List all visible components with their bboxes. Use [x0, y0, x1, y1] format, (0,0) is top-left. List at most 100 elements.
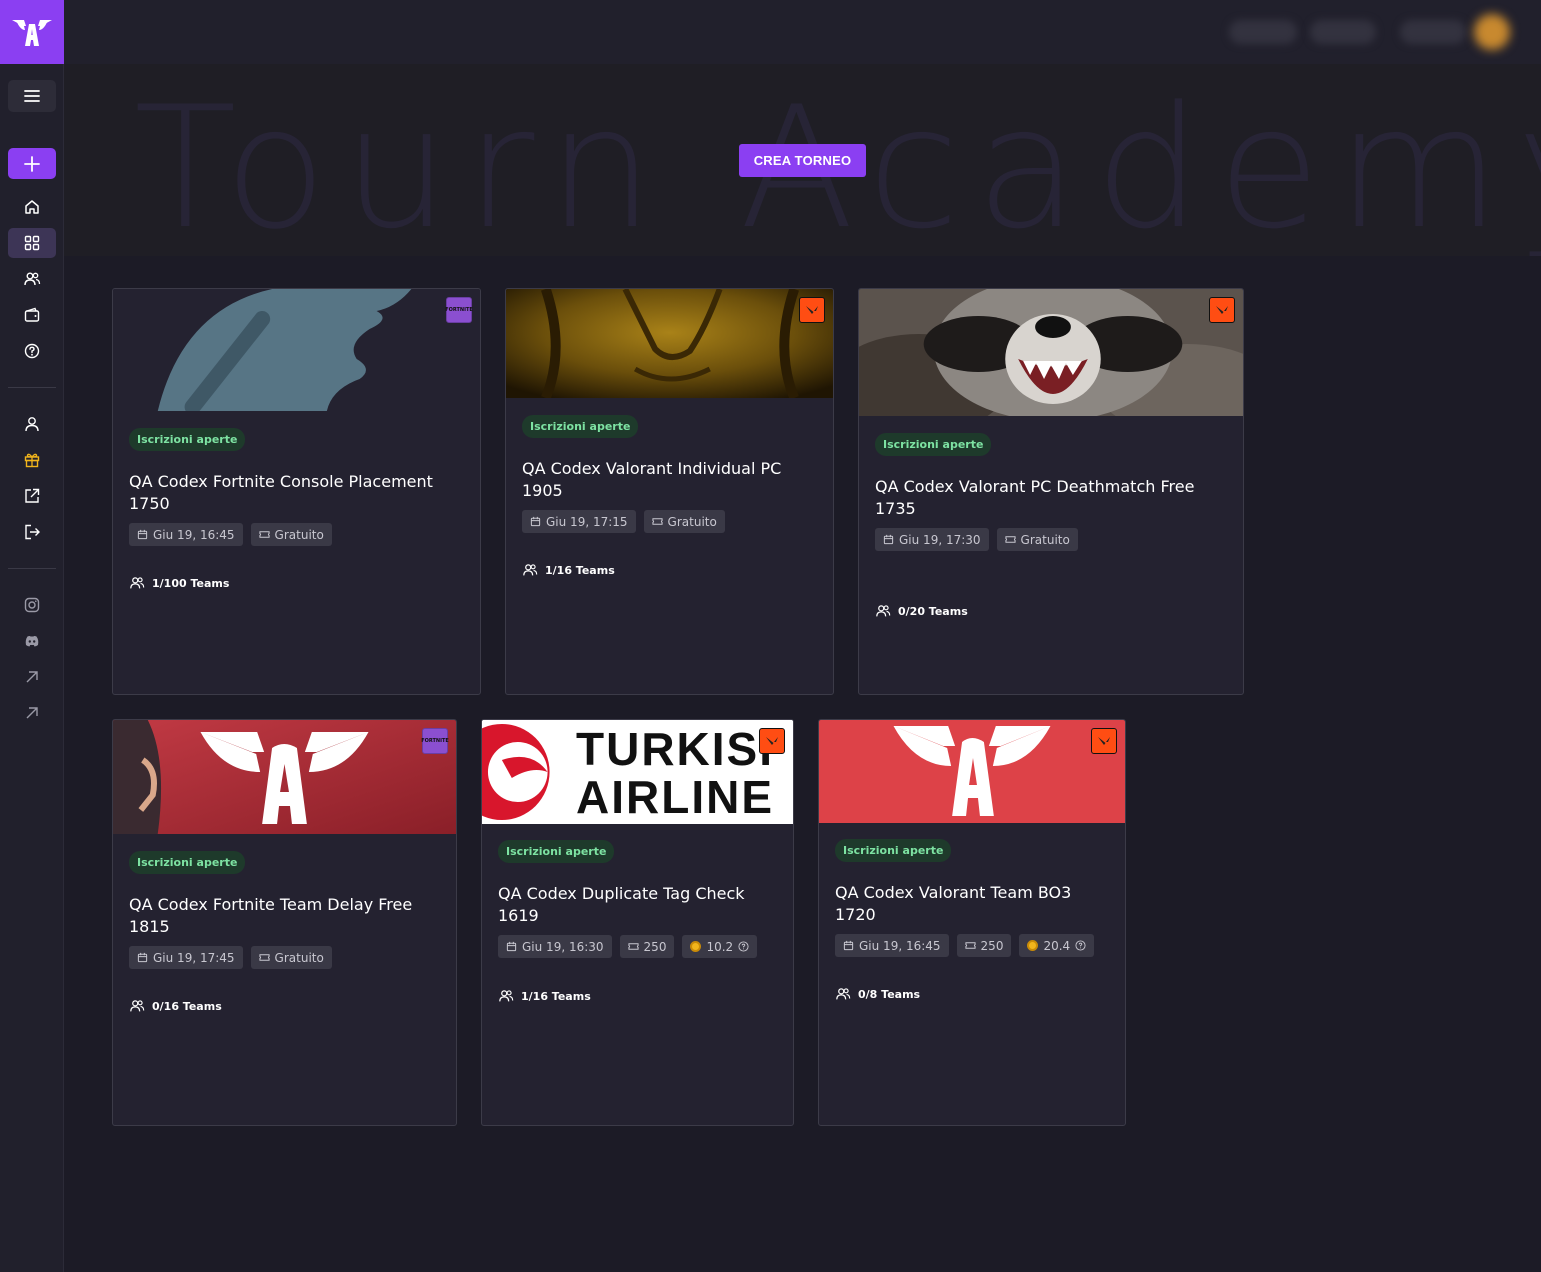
top-bar [64, 0, 1541, 64]
teams-text: 1/16 Teams [521, 989, 591, 1003]
tournament-cover [819, 720, 1125, 823]
tournament-card[interactable]: Iscrizioni aperte QA Codex Valorant Team… [818, 719, 1126, 1126]
card-body: Iscrizioni aperte QA Codex Duplicate Tag… [498, 840, 779, 958]
date-text: Giu 19, 16:30 [522, 939, 604, 954]
tournament-title[interactable]: QA Codex Fortnite Console Placement 1750 [129, 471, 466, 515]
ticket-icon [258, 531, 270, 538]
users-icon [876, 605, 891, 617]
date-text: Giu 19, 17:30 [899, 532, 981, 547]
teams-count: 0/16 Teams [129, 998, 222, 1014]
calendar-icon [530, 516, 541, 527]
tournament-card[interactable]: Iscrizioni aperte QA Codex Valorant Indi… [505, 288, 834, 695]
date-text: Giu 19, 17:15 [546, 514, 628, 529]
create-tournament-button[interactable]: CREA TORNEO [739, 144, 866, 177]
users-icon [130, 577, 145, 589]
prize-chip: 10.2 [682, 935, 758, 958]
tourn-academy-logo[interactable] [0, 0, 64, 64]
tournament-info: Giu 19, 16:45 250 20.4 [835, 934, 1111, 957]
wallet-icon [24, 307, 40, 322]
sidebar-item-instagram[interactable] [8, 590, 56, 620]
arrow-up-right-icon [26, 707, 38, 719]
home-icon [25, 200, 39, 214]
help-icon[interactable] [1075, 940, 1086, 951]
tournament-card[interactable]: TURKISI AIRLINE Iscrizioni aperte QA Cod… [481, 719, 794, 1126]
tournament-card[interactable]: FORTNITE Iscrizioni aperte QA Codex Fort… [112, 719, 457, 1126]
blurred-username [1400, 20, 1466, 44]
instagram-icon [24, 597, 40, 613]
date-chip: Giu 19, 16:45 [129, 523, 243, 546]
create-button[interactable] [8, 148, 56, 179]
tournament-card[interactable]: FORTNITE Iscrizioni aperte QA Codex Fort… [112, 288, 481, 695]
tournament-title[interactable]: QA Codex Valorant PC Deathmatch Free 173… [875, 476, 1229, 520]
tournament-title[interactable]: QA Codex Valorant Team BO3 1720 [835, 882, 1111, 926]
date-chip: Giu 19, 17:15 [522, 510, 636, 533]
sidebar-item-link-1[interactable] [8, 662, 56, 692]
calendar-icon [506, 941, 517, 952]
sidebar-item-profile[interactable] [8, 409, 56, 439]
date-text: Giu 19, 17:45 [153, 950, 235, 965]
help-icon[interactable] [738, 941, 749, 952]
entry-text: 250 [980, 938, 1004, 953]
ticket-icon [627, 943, 639, 950]
teams-count: 0/8 Teams [835, 986, 920, 1002]
cover-text-line-1: TURKISI [576, 723, 774, 775]
calendar-icon [137, 952, 148, 963]
sidebar-item-rewards[interactable] [8, 445, 56, 475]
blurred-balance [1229, 20, 1297, 44]
tournament-info: Giu 19, 17:45 Gratuito [129, 946, 442, 969]
entry-chip: Gratuito [996, 528, 1078, 551]
fortnite-game-badge: FORTNITE [421, 728, 449, 754]
users-icon [523, 564, 538, 576]
status-badge: Iscrizioni aperte [129, 851, 246, 874]
sidebar-item-wallet[interactable] [8, 300, 56, 330]
users-icon [836, 988, 851, 1000]
sidebar-item-link-2[interactable] [8, 698, 56, 728]
tournament-info: Giu 19, 17:30 Gratuito [875, 528, 1229, 551]
valorant-game-badge [799, 297, 825, 323]
status-badge: Iscrizioni aperte [129, 428, 246, 451]
entry-chip: 250 [956, 934, 1012, 957]
tournament-title[interactable]: QA Codex Valorant Individual PC 1905 [522, 458, 819, 502]
tournament-info: Giu 19, 16:45 Gratuito [129, 523, 466, 546]
date-text: Giu 19, 16:45 [153, 527, 235, 542]
logout-icon [25, 524, 40, 540]
sidebar-item-share[interactable] [8, 481, 56, 511]
tournament-cover: TURKISI AIRLINE [482, 720, 793, 824]
valorant-logo-icon [1098, 737, 1110, 745]
date-chip: Giu 19, 16:30 [498, 935, 612, 958]
coin-icon [1027, 940, 1039, 951]
tournament-cover [113, 289, 480, 411]
sidebar-item-discord[interactable] [8, 626, 56, 656]
tournament-title[interactable]: QA Codex Duplicate Tag Check 1619 [498, 883, 779, 927]
card-body: Iscrizioni aperte QA Codex Fortnite Cons… [129, 428, 466, 546]
plus-icon [24, 155, 40, 172]
sidebar-item-tournaments[interactable] [8, 228, 56, 258]
teams-count: 1/100 Teams [129, 575, 229, 591]
sidebar-item-help[interactable] [8, 336, 56, 366]
entry-text: Gratuito [1020, 532, 1070, 547]
sidebar-item-home[interactable] [8, 192, 56, 222]
users-icon [130, 1000, 145, 1012]
menu-button[interactable] [8, 80, 56, 112]
users-icon [24, 272, 41, 286]
tournament-cover [506, 289, 833, 398]
sidebar-divider [8, 387, 56, 388]
teams-text: 1/100 Teams [152, 576, 230, 590]
tournament-card[interactable]: Iscrizioni aperte QA Codex Valorant PC D… [858, 288, 1244, 695]
tournament-info: Giu 19, 17:15 Gratuito [522, 510, 819, 533]
teams-count: 0/20 Teams [875, 603, 968, 619]
teams-text: 1/16 Teams [545, 563, 615, 577]
status-badge: Iscrizioni aperte [498, 840, 615, 863]
prize-text: 10.2 [706, 939, 734, 954]
menu-icon [24, 90, 40, 102]
grid-icon [24, 235, 40, 251]
sidebar-item-teams[interactable] [8, 264, 56, 294]
avatar[interactable] [1474, 14, 1510, 50]
tournament-title[interactable]: QA Codex Fortnite Team Delay Free 1815 [129, 894, 442, 938]
calendar-icon [137, 529, 148, 540]
calendar-icon [843, 940, 854, 951]
ticket-icon [964, 942, 976, 949]
sidebar-item-logout[interactable] [8, 517, 56, 547]
sidebar [0, 0, 64, 1272]
card-body: Iscrizioni aperte QA Codex Fortnite Team… [129, 851, 442, 969]
